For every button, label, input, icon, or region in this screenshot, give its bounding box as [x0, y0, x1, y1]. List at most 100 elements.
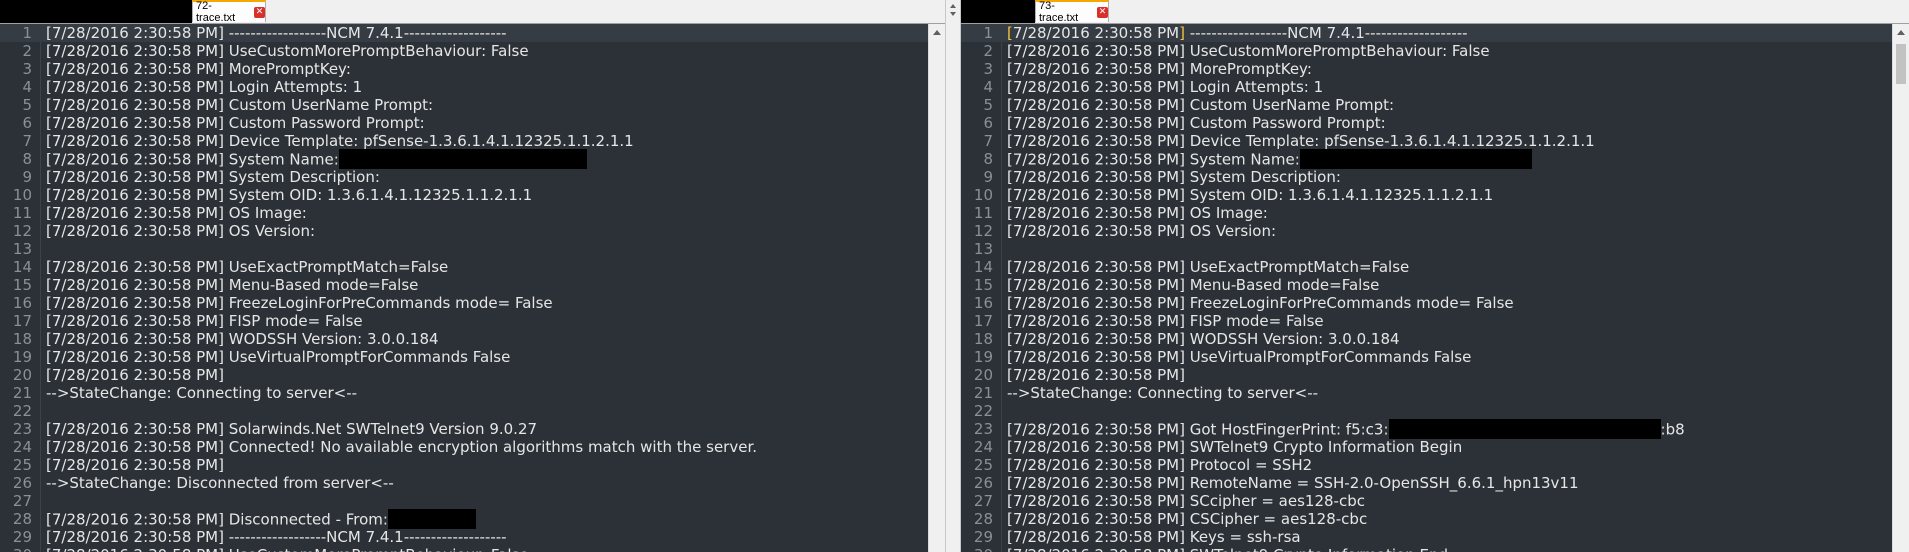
line-number: 2 — [22, 42, 32, 60]
line-number: 30 — [0, 546, 32, 552]
editor-line[interactable]: 26 -->StateChange: Disconnected from serv… — [0, 474, 928, 492]
line-number: 3 — [983, 60, 993, 78]
editor-line[interactable]: 27 [7/28/2016 2:30:58 PM] SCcipher = aes1… — [961, 492, 1892, 510]
line-number: 13 — [12, 240, 32, 258]
editor-line[interactable]: 21 -->StateChange: Connecting to server<-… — [961, 384, 1892, 402]
editor-line[interactable]: 3 [7/28/2016 2:30:58 PM] MorePromptKey: — [961, 60, 1892, 78]
editor-line[interactable]: 22 — [961, 402, 1892, 420]
editor-line[interactable]: 11 [7/28/2016 2:30:58 PM] OS Image: — [0, 204, 928, 222]
editor-line[interactable]: 28 [7/28/2016 2:30:58 PM] Disconnected - … — [0, 509, 928, 529]
editor-line[interactable]: 29 [7/28/2016 2:30:58 PM] ---------------… — [0, 528, 928, 546]
editor-line[interactable]: 15 [7/28/2016 2:30:58 PM] Menu-Based mode… — [0, 276, 928, 294]
editor-line[interactable]: 10 [7/28/2016 2:30:58 PM] System OID: 1.3… — [961, 186, 1892, 204]
editor-line[interactable]: 23 [7/28/2016 2:30:58 PM] Solarwinds.Net … — [0, 420, 928, 438]
splitter-up-icon[interactable] — [950, 4, 956, 8]
editor-line[interactable]: 5 [7/28/2016 2:30:58 PM] Custom UserName … — [0, 96, 928, 114]
line-number: 22 — [973, 402, 993, 420]
editor-line[interactable]: 25 [7/28/2016 2:30:58 PM] — [0, 456, 928, 474]
editor-line[interactable]: 9 [7/28/2016 2:30:58 PM] System Descripti… — [961, 168, 1892, 186]
line-number: 6 — [22, 114, 32, 132]
editor-line[interactable]: 10 [7/28/2016 2:30:58 PM] System OID: 1.3… — [0, 186, 928, 204]
editor-line[interactable]: 6 [7/28/2016 2:30:58 PM] Custom Password … — [0, 114, 928, 132]
editor-line[interactable]: 28 [7/28/2016 2:30:58 PM] CSCipher = aes1… — [961, 510, 1892, 528]
editor-line[interactable]: 13 — [961, 240, 1892, 258]
editor-line[interactable]: 3 [7/28/2016 2:30:58 PM] MorePromptKey: — [0, 60, 928, 78]
editor-line[interactable]: 8 [7/28/2016 2:30:58 PM] System Name: — [961, 149, 1892, 169]
line-number: 22 — [12, 402, 32, 420]
line-content: [7/28/2016 2:30:58 PM] Connected! No ava… — [46, 438, 758, 456]
splitter-down-icon[interactable] — [950, 12, 956, 16]
right-vertical-scrollbar[interactable] — [1892, 24, 1909, 552]
editor-line[interactable]: 16 [7/28/2016 2:30:58 PM] FreezeLoginForP… — [0, 294, 928, 312]
editor-line[interactable]: 27 — [0, 492, 928, 510]
line-text: [7/28/2016 2:30:58 PM] Custom Password P… — [1007, 114, 1386, 132]
editor-line[interactable]: 17 [7/28/2016 2:30:58 PM] FISP mode= Fals… — [961, 312, 1892, 330]
editor-line[interactable]: 12 [7/28/2016 2:30:58 PM] OS Version: — [0, 222, 928, 240]
line-number: 1 — [22, 24, 32, 42]
line-number: 13 — [973, 240, 993, 258]
editor-line[interactable]: 30 [7/28/2016 2:30:58 PM] UseCustomMorePr… — [0, 546, 928, 552]
editor-line[interactable]: 19 [7/28/2016 2:30:58 PM] UseVirtualPromp… — [961, 348, 1892, 366]
close-icon[interactable]: ✕ — [254, 6, 265, 18]
scrollbar-thumb[interactable] — [1896, 44, 1906, 84]
editor-line[interactable]: 12 [7/28/2016 2:30:58 PM] OS Version: — [961, 222, 1892, 240]
editor-line[interactable]: 5 [7/28/2016 2:30:58 PM] Custom UserName … — [961, 96, 1892, 114]
line-text-end: ------------------NCM 7.4.1-------------… — [1184, 24, 1468, 42]
line-text: [7/28/2016 2:30:58 PM] Menu-Based mode=F… — [1007, 276, 1379, 294]
right-text-editor[interactable]: 1 [7/28/2016 2:30:58 PM] ----------------… — [961, 24, 1892, 552]
line-content: [7/28/2016 2:30:58 PM] MorePromptKey: — [1007, 60, 1312, 78]
editor-line[interactable]: 26 [7/28/2016 2:30:58 PM] RemoteName = SS… — [961, 474, 1892, 492]
editor-line[interactable]: 13 — [0, 240, 928, 258]
editor-line[interactable]: 25 [7/28/2016 2:30:58 PM] Protocol = SSH2 — [961, 456, 1892, 474]
editor-line[interactable]: 18 [7/28/2016 2:30:58 PM] WODSSH Version:… — [0, 330, 928, 348]
line-number: 3 — [22, 60, 32, 78]
editor-line[interactable]: 19 [7/28/2016 2:30:58 PM] UseVirtualPromp… — [0, 348, 928, 366]
pane-splitter[interactable] — [945, 0, 961, 552]
editor-line[interactable]: 14 [7/28/2016 2:30:58 PM] UseExactPromptM… — [961, 258, 1892, 276]
editor-line[interactable]: 20 [7/28/2016 2:30:58 PM] — [961, 366, 1892, 384]
editor-line[interactable]: 20 [7/28/2016 2:30:58 PM] — [0, 366, 928, 384]
editor-line[interactable]: 23 [7/28/2016 2:30:58 PM] Got HostFingerP… — [961, 419, 1892, 439]
editor-line[interactable]: 6 [7/28/2016 2:30:58 PM] Custom Password … — [961, 114, 1892, 132]
editor-line[interactable]: 2 [7/28/2016 2:30:58 PM] UseCustomMorePro… — [0, 42, 928, 60]
scroll-up-icon[interactable] — [933, 30, 941, 35]
editor-line[interactable]: 29 [7/28/2016 2:30:58 PM] Keys = ssh-rsa — [961, 528, 1892, 546]
editor-line[interactable]: 18 [7/28/2016 2:30:58 PM] WODSSH Version:… — [961, 330, 1892, 348]
scroll-up-icon[interactable] — [1897, 30, 1905, 35]
line-number: 15 — [973, 276, 993, 294]
left-vertical-scrollbar[interactable] — [928, 24, 945, 552]
editor-line[interactable]: 4 [7/28/2016 2:30:58 PM] Login Attempts: … — [0, 78, 928, 96]
line-text: -->StateChange: Disconnected from server… — [46, 474, 394, 492]
tab-73-trace[interactable]: 73-trace.txt ✕ — [1035, 0, 1109, 24]
editor-line[interactable]: 21 -->StateChange: Connecting to server<-… — [0, 384, 928, 402]
editor-line[interactable]: 9 [7/28/2016 2:30:58 PM] System Descripti… — [0, 168, 928, 186]
editor-line[interactable]: 8 [7/28/2016 2:30:58 PM] System Name: — [0, 149, 928, 169]
tab-72-trace[interactable]: 72-trace.txt ✕ — [192, 0, 266, 24]
editor-line[interactable]: 24 [7/28/2016 2:30:58 PM] SWTelnet9 Crypt… — [961, 438, 1892, 456]
editor-line[interactable]: 30 [7/28/2016 2:30:58 PM] SWTelnet9 Crypt… — [961, 546, 1892, 552]
editor-line[interactable]: 2 [7/28/2016 2:30:58 PM] UseCustomMorePro… — [961, 42, 1892, 60]
editor-line[interactable]: 14 [7/28/2016 2:30:58 PM] UseExactPromptM… — [0, 258, 928, 276]
editor-line[interactable]: 11 [7/28/2016 2:30:58 PM] OS Image: — [961, 204, 1892, 222]
line-content: [7/28/2016 2:30:58 PM] Got HostFingerPri… — [1007, 420, 1389, 439]
line-text: [7/28/2016 2:30:58 PM] -----------------… — [46, 528, 507, 546]
line-text: [7/28/2016 2:30:58 PM] UseCustomMoreProm… — [46, 42, 529, 60]
left-editor-pane: 72-trace.txt ✕ 1 [7/28/2016 2:30:58 PM] -… — [0, 0, 945, 552]
line-number: 26 — [12, 474, 32, 492]
editor-line[interactable]: 15 [7/28/2016 2:30:58 PM] Menu-Based mode… — [961, 276, 1892, 294]
line-number: 12 — [12, 222, 32, 240]
editor-line[interactable]: 16 [7/28/2016 2:30:58 PM] FreezeLoginForP… — [961, 294, 1892, 312]
editor-line[interactable]: 24 [7/28/2016 2:30:58 PM] Connected! No a… — [0, 438, 928, 456]
redacted-tab-area — [0, 0, 192, 23]
line-number: 23 — [973, 420, 993, 438]
editor-line[interactable]: 7 [7/28/2016 2:30:58 PM] Device Template:… — [0, 132, 928, 150]
editor-line[interactable]: 17 [7/28/2016 2:30:58 PM] FISP mode= Fals… — [0, 312, 928, 330]
editor-line[interactable]: 7 [7/28/2016 2:30:58 PM] Device Template:… — [961, 132, 1892, 150]
editor-line[interactable]: 1 [7/28/2016 2:30:58 PM] ----------------… — [961, 24, 1892, 42]
close-icon[interactable]: ✕ — [1097, 6, 1108, 18]
line-content: [7/28/2016 2:30:58 PM] RemoteName = SSH-… — [1007, 474, 1579, 492]
editor-line[interactable]: 1 [7/28/2016 2:30:58 PM] ----------------… — [0, 24, 928, 42]
left-text-editor[interactable]: 1 [7/28/2016 2:30:58 PM] ----------------… — [0, 24, 928, 552]
editor-line[interactable]: 4 [7/28/2016 2:30:58 PM] Login Attempts: … — [961, 78, 1892, 96]
editor-line[interactable]: 22 — [0, 402, 928, 420]
